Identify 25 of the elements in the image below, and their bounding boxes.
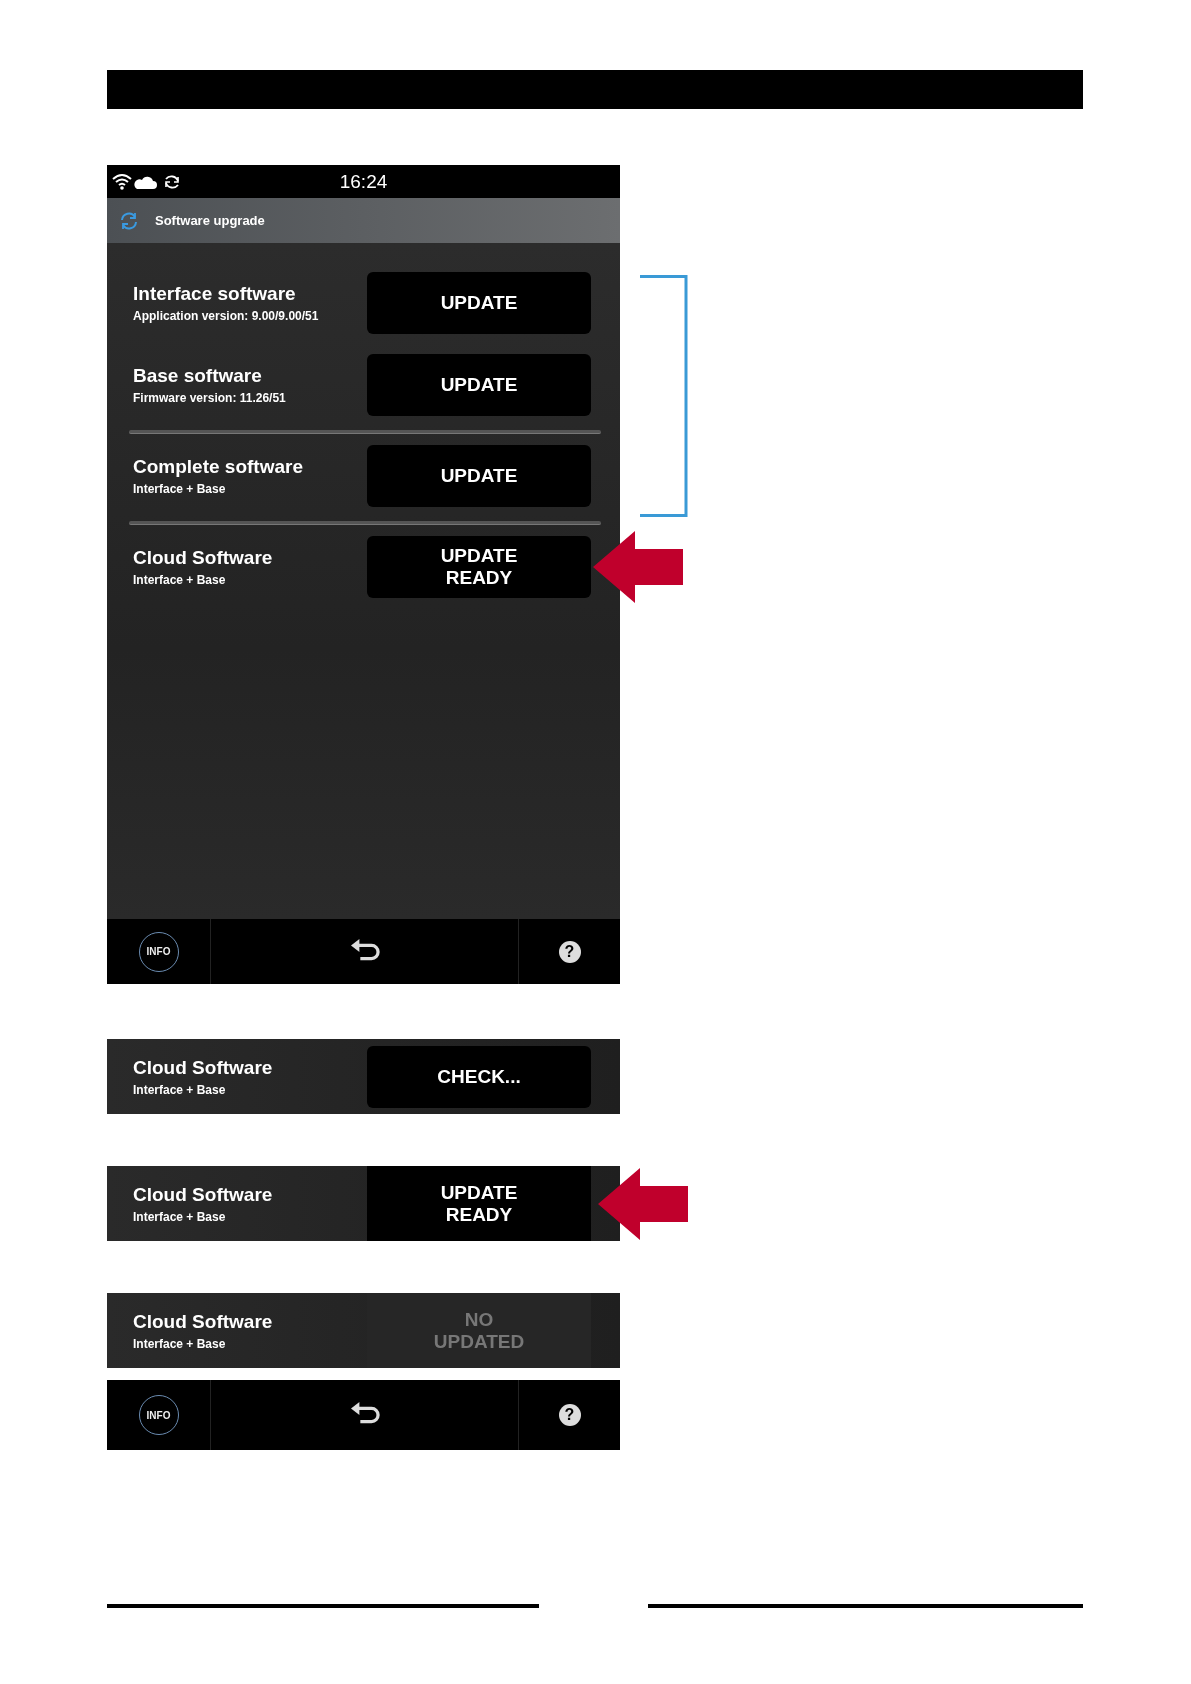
row-title: Cloud Software xyxy=(133,1183,273,1206)
row-subtitle: Interface + Base xyxy=(133,1082,227,1097)
row-title: Complete software xyxy=(133,456,303,478)
row-title: Cloud Software xyxy=(133,547,273,569)
help-button[interactable]: ? xyxy=(558,940,581,963)
screen-title: Software upgrade xyxy=(155,213,265,228)
sync-icon xyxy=(119,210,139,231)
row-title: Base software xyxy=(133,365,263,387)
row-subtitle: Interface + Base xyxy=(133,482,227,496)
row-subtitle: Application version: 9.00/9.00/51 xyxy=(133,309,319,323)
row-subtitle: Interface + Base xyxy=(133,1336,227,1351)
help-button[interactable]: ? xyxy=(558,1404,581,1426)
row-subtitle: Interface + Base xyxy=(133,573,227,587)
row-title: Cloud Software xyxy=(133,1310,273,1333)
update-button[interactable]: UPDATE xyxy=(367,272,591,334)
update-button[interactable]: UPDATE READY xyxy=(367,1166,591,1241)
clock-time: 16:24 xyxy=(339,170,388,193)
row-subtitle: Interface + Base xyxy=(133,1209,227,1224)
row-title: Interface software xyxy=(133,283,297,305)
update-button[interactable]: UPDATE READY xyxy=(367,536,591,598)
update-button[interactable]: UPDATE xyxy=(367,445,591,507)
row-title: Cloud Software xyxy=(133,1056,273,1079)
update-button[interactable]: UPDATE xyxy=(367,354,591,416)
update-button[interactable]: CHECK... xyxy=(367,1045,591,1108)
row-subtitle: Firmware version: 11.26/51 xyxy=(133,391,286,405)
